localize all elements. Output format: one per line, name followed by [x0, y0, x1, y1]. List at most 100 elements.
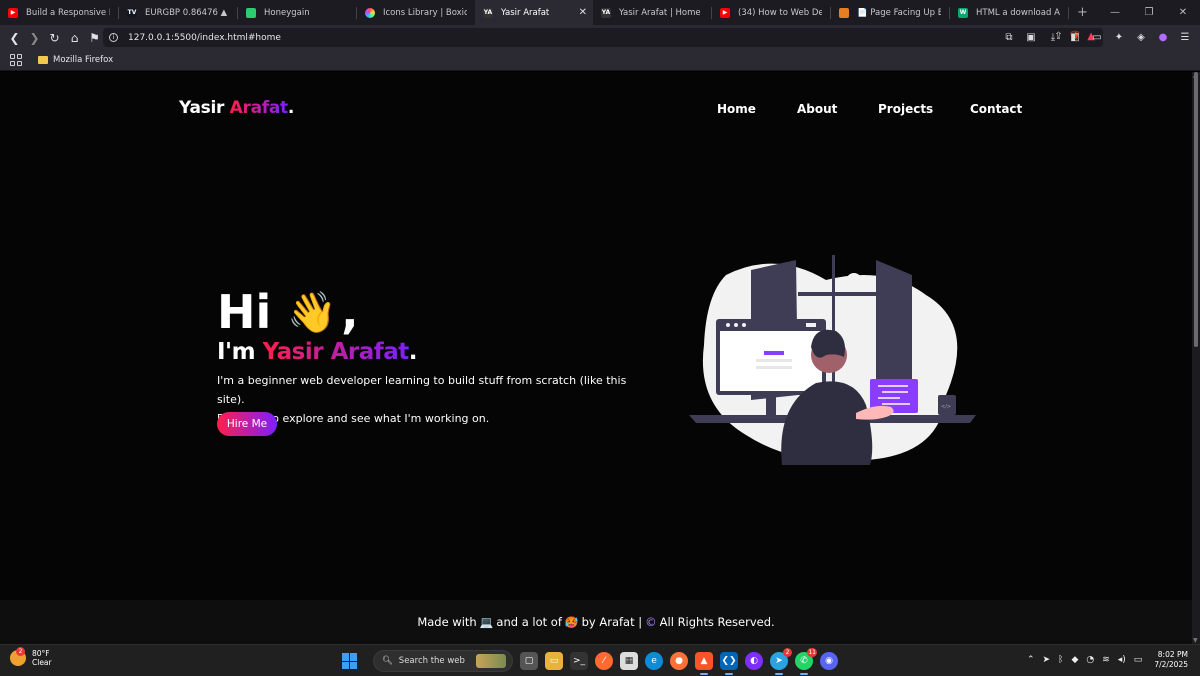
wallet-icon[interactable]: ▭ — [1088, 28, 1106, 47]
tab-strip: ▶ Build a Responsive Person TV EURGBP 0.… — [0, 0, 1200, 25]
discord-icon[interactable]: ◉ — [820, 652, 838, 670]
navigation-bar: ❮ ❯ ↻ ⌂ ⚑ i 127.0.0.1:5500/index.html#ho… — [0, 25, 1200, 50]
tab-label: Build a Responsive Person — [26, 7, 110, 18]
tab-yasir-arafat[interactable]: YA Yasir Arafat ✕ — [475, 0, 593, 25]
tab-label: Yasir Arafat — [501, 7, 550, 18]
hero-description: I'm a beginner web developer learning to… — [217, 371, 657, 428]
windows-taskbar: 2 80°F Clear 🔍︎ Search the web ▢ ▭ >_ ⁄ … — [0, 644, 1200, 676]
tab-label: EURGBP 0.86476 ▲ +0.7% — [145, 7, 229, 18]
leo-ai-icon[interactable]: ✦ — [1110, 28, 1128, 47]
scroll-down-icon[interactable]: ▼ — [1193, 637, 1198, 644]
firefox-icon[interactable]: ● — [670, 652, 688, 670]
site-info-icon[interactable]: i — [109, 33, 118, 42]
clock[interactable]: 8:02 PM 7/2/2025 — [1154, 650, 1188, 670]
new-tab-button[interactable]: + — [1069, 5, 1096, 20]
nav-about-link[interactable]: About — [797, 102, 837, 116]
store-icon[interactable]: ▦ — [620, 652, 638, 670]
tab-label: (34) How to Web Dev - Yo — [738, 7, 822, 18]
tab-boxicons[interactable]: Icons Library | Boxicons — [357, 0, 475, 25]
scrollbar-thumb[interactable] — [1194, 72, 1198, 347]
bookmark-folder[interactable]: Mozilla Firefox — [38, 55, 113, 65]
emojipedia-icon — [839, 7, 849, 18]
waving-hand-icon: 👋 — [287, 289, 338, 336]
task-view-icon[interactable]: ▢ — [520, 652, 538, 670]
close-window-icon[interactable]: ✕ — [1166, 0, 1200, 25]
file-explorer-icon[interactable]: ▭ — [545, 652, 563, 670]
app2-icon[interactable]: ◐ — [745, 652, 763, 670]
tab-eurgbp[interactable]: TV EURGBP 0.86476 ▲ +0.7% — [119, 0, 237, 25]
logo-dot: . — [287, 98, 295, 118]
screenshot-icon[interactable]: ▣ — [1022, 28, 1040, 47]
hero-desc-line-1: I'm a beginner web developer learning to… — [217, 374, 627, 406]
vpn-icon[interactable]: ◈ — [1132, 28, 1150, 47]
tab-build-responsive[interactable]: ▶ Build a Responsive Person — [0, 0, 118, 25]
bluetooth-icon[interactable]: ᛒ — [1058, 655, 1063, 665]
developer-illustration: </> — [689, 255, 976, 465]
search-icon: 🔍︎ — [382, 656, 393, 666]
apps-icon[interactable] — [10, 54, 22, 66]
vscode-icon[interactable]: ❮❯ — [720, 652, 738, 675]
edge-icon[interactable]: e — [645, 652, 663, 670]
tab-label: HTML a download Attribu — [976, 7, 1060, 18]
network-icon[interactable]: ◔ — [1086, 655, 1094, 665]
tab-html-download[interactable]: W HTML a download Attribu — [950, 0, 1068, 25]
tab-yasir-arafat-home[interactable]: YA Yasir Arafat | Home — [593, 0, 711, 25]
bookmark-label: Mozilla Firefox — [53, 55, 114, 65]
taskbar-search[interactable]: 🔍︎ Search the web — [373, 650, 513, 672]
battery-icon[interactable]: ▭ — [1134, 655, 1143, 665]
address-bar[interactable]: i 127.0.0.1:5500/index.html#home ⇪ 🛡 ▲ — [103, 28, 1103, 47]
hero-hi-text: Hi — [217, 285, 272, 339]
terminal-icon[interactable]: >_ — [570, 652, 588, 670]
sidebar-icon[interactable]: ◧ — [1066, 28, 1084, 47]
tab-label: Icons Library | Boxicons — [383, 7, 467, 18]
extensions-icon[interactable]: ⧉ — [1000, 28, 1018, 47]
brave-icon[interactable]: ▲ — [695, 652, 713, 675]
url-text: 127.0.0.1:5500/index.html#home — [128, 32, 281, 43]
clock-time: 8:02 PM — [1157, 650, 1188, 659]
nav-home-link[interactable]: Home — [717, 102, 756, 116]
reload-icon[interactable]: ↻ — [45, 28, 64, 47]
youtube-icon: ▶ — [8, 7, 18, 18]
forward-icon[interactable]: ❯ — [25, 28, 44, 47]
app-icon[interactable]: ⁄ — [595, 652, 613, 670]
menu-icon[interactable]: ☰ — [1176, 28, 1194, 47]
page-scrollbar[interactable]: ▲ ▼ — [1192, 72, 1200, 644]
tab-page-facing-up[interactable]: 📄 Page Facing Up Emoji — [831, 0, 949, 25]
moon-icon: 2 — [10, 647, 26, 666]
weather-temp: 80°F — [32, 649, 50, 658]
nav-projects-link[interactable]: Projects — [878, 102, 933, 116]
weather-widget[interactable]: 2 80°F Clear — [10, 647, 52, 667]
volume-icon[interactable]: ◂) — [1118, 655, 1126, 665]
boxicons-icon — [365, 7, 375, 18]
folder-icon — [38, 56, 48, 64]
start-button[interactable] — [342, 653, 358, 669]
restore-icon[interactable]: ❐ — [1132, 0, 1166, 25]
nav-contact-link[interactable]: Contact — [970, 102, 1022, 116]
wifi-icon[interactable]: ≋ — [1102, 655, 1110, 665]
telegram-badge: 2 — [783, 648, 792, 657]
close-icon[interactable]: ✕ — [579, 7, 587, 18]
tab-label: Yasir Arafat | Home — [619, 7, 701, 18]
tray-app-icon[interactable]: ◆ — [1071, 655, 1078, 665]
tab-web-dev-youtube[interactable]: ▶ (34) How to Web Dev - Yo — [712, 0, 830, 25]
site-logo[interactable]: Yasir Arafat. — [179, 98, 294, 118]
telegram-tray-icon[interactable]: ➤ — [1042, 655, 1050, 665]
bookmark-icon[interactable]: ⚑ — [85, 28, 104, 47]
minimize-icon[interactable]: — — [1098, 0, 1132, 25]
back-icon[interactable]: ❮ — [5, 28, 24, 47]
clock-date: 7/2/2025 — [1154, 660, 1188, 669]
telegram-icon[interactable]: ➤ 2 — [770, 648, 792, 675]
hero-intro: I'm Yasir Arafat. — [217, 339, 418, 365]
whatsapp-icon[interactable]: ✆ 11 — [795, 648, 817, 675]
profile-icon[interactable]: ● — [1154, 28, 1172, 47]
downloads-icon[interactable]: ⤓ — [1044, 28, 1062, 47]
lamp-circle — [846, 273, 862, 289]
chevron-up-icon[interactable]: ⌃ — [1027, 655, 1035, 665]
tradingview-icon: TV — [127, 7, 137, 18]
hero-dot: . — [408, 339, 418, 365]
tab-honeygain[interactable]: Honeygain — [238, 0, 356, 25]
ya-icon: YA — [601, 7, 611, 18]
hero-desc-line-2: Feel free to explore and see what I'm wo… — [217, 412, 490, 425]
hire-me-button[interactable]: Hire Me — [217, 412, 277, 436]
home-icon[interactable]: ⌂ — [65, 28, 84, 47]
